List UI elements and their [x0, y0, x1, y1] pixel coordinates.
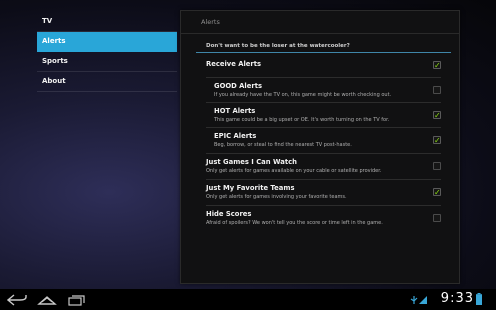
epic-alerts-checkbox[interactable]: ✓: [433, 136, 441, 145]
pref-title: Just Games I Can Watch: [206, 158, 297, 166]
pref-title: EPIC Alerts: [214, 132, 257, 140]
just-games-checkbox[interactable]: [433, 162, 441, 170]
checkmark-icon: ✓: [434, 136, 441, 145]
pref-hot-alerts[interactable]: HOT Alerts This game could be a big upse…: [206, 103, 441, 128]
checkmark-icon: ✓: [434, 61, 441, 70]
settings-nav: TV Alerts Sports About: [37, 12, 177, 92]
pref-summary: Afraid of spoilers? We won't tell you th…: [206, 220, 383, 226]
hide-scores-checkbox[interactable]: [433, 214, 441, 222]
pref-just-games-i-can-watch[interactable]: Just Games I Can Watch Only get alerts f…: [206, 154, 441, 180]
pref-favorite-teams[interactable]: Just My Favorite Teams Only get alerts f…: [206, 180, 441, 206]
pref-title: Just My Favorite Teams: [206, 184, 295, 192]
checkmark-icon: ✓: [434, 111, 441, 120]
favorite-teams-checkbox[interactable]: ✓: [433, 188, 441, 197]
usb-debug-icon: [410, 296, 418, 304]
pref-summary: Only get alerts for games available on y…: [206, 168, 382, 174]
pref-summary: Beg, borrow, or steal to find the neares…: [214, 142, 352, 148]
nav-item-alerts[interactable]: Alerts: [37, 32, 177, 52]
panel-title: Alerts: [181, 11, 459, 34]
recent-apps-icon[interactable]: [68, 294, 86, 306]
pref-summary: Only get alerts for games involving your…: [206, 194, 347, 200]
pref-summary: If you already have the TV on, this game…: [214, 92, 392, 98]
wifi-icon: [419, 296, 427, 304]
back-icon[interactable]: [7, 294, 27, 306]
pref-title: Hide Scores: [206, 210, 252, 218]
nav-item-sports[interactable]: Sports: [37, 52, 177, 72]
receive-alerts-checkbox[interactable]: ✓: [433, 61, 441, 70]
pref-title: GOOD Alerts: [214, 82, 262, 90]
alerts-panel: Alerts Don't want to be the loser at the…: [180, 10, 460, 284]
pref-epic-alerts[interactable]: EPIC Alerts Beg, borrow, or steal to fin…: [206, 128, 441, 154]
clock: 9:33: [440, 291, 474, 306]
home-icon[interactable]: [37, 294, 57, 306]
pref-title: HOT Alerts: [214, 107, 256, 115]
pref-summary: This game could be a big upset or OE. It…: [214, 117, 390, 123]
pref-hide-scores[interactable]: Hide Scores Afraid of spoilers? We won't…: [206, 206, 441, 231]
pref-receive-alerts[interactable]: Receive Alerts ✓: [206, 53, 441, 78]
checkmark-icon: ✓: [434, 188, 441, 197]
nav-item-tv[interactable]: TV: [37, 12, 177, 32]
pref-good-alerts[interactable]: GOOD Alerts If you already have the TV o…: [206, 78, 441, 103]
system-bar: 9:33: [0, 289, 496, 310]
pref-title: Receive Alerts: [206, 60, 262, 68]
nav-item-about[interactable]: About: [37, 72, 177, 92]
hot-alerts-checkbox[interactable]: ✓: [433, 111, 441, 120]
preference-category: Don't want to be the loser at the waterc…: [196, 40, 451, 53]
good-alerts-checkbox[interactable]: [433, 86, 441, 94]
battery-icon: [476, 293, 482, 305]
